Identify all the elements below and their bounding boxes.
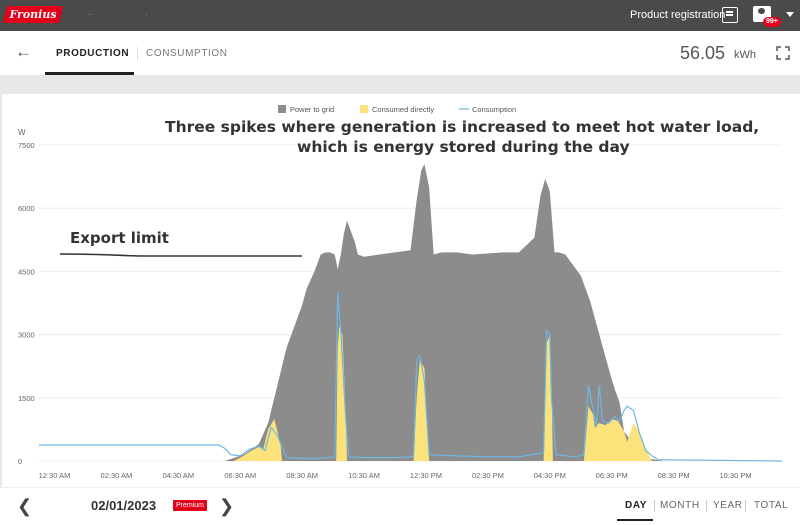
tab-production[interactable]: PRODUCTION bbox=[56, 48, 129, 59]
tab-consumption[interactable]: CONSUMPTION bbox=[146, 48, 228, 59]
tab-divider bbox=[137, 47, 138, 60]
x-tick-label: 02:30 PM bbox=[472, 471, 504, 480]
chevron-down-icon[interactable] bbox=[786, 12, 794, 17]
x-tick-label: 06:30 PM bbox=[596, 471, 628, 480]
x-tick-label: 08:30 PM bbox=[658, 471, 690, 480]
period-total[interactable]: TOTAL bbox=[754, 500, 788, 511]
active-period-indicator bbox=[617, 519, 653, 521]
product-registration-icon[interactable] bbox=[722, 7, 738, 23]
period-day[interactable]: DAY bbox=[625, 500, 647, 511]
period-divider bbox=[654, 500, 655, 512]
top-menu-dot: · bbox=[145, 10, 148, 19]
x-tick-label: 04:30 AM bbox=[162, 471, 194, 480]
y-tick-label: 4500 bbox=[18, 267, 35, 276]
y-tick-label: 3000 bbox=[18, 331, 35, 340]
fronius-logo[interactable]: Fronius bbox=[2, 6, 64, 23]
legend-label-consumption[interactable]: Consumption bbox=[472, 105, 516, 114]
energy-total-value: 56.05 bbox=[680, 43, 726, 63]
export-limit-line bbox=[59, 253, 302, 257]
x-tick-label: 12:30 AM bbox=[39, 471, 71, 480]
x-tick-label: 06:30 AM bbox=[224, 471, 256, 480]
legend-label-consumed-directly[interactable]: Consumed directly bbox=[372, 105, 434, 114]
period-month[interactable]: MONTH bbox=[660, 500, 700, 511]
fullscreen-icon[interactable] bbox=[776, 46, 790, 60]
date-footer: ❮ 02/01/2023 Premium ❯ DAY MONTH YEAR TO… bbox=[0, 487, 800, 525]
active-tab-indicator bbox=[45, 72, 134, 75]
spikes-annotation-line2: which is energy stored during the day bbox=[297, 138, 630, 156]
x-tick-label: 10:30 AM bbox=[348, 471, 380, 480]
energy-total-unit: kWh bbox=[734, 49, 756, 61]
x-tick-label: 04:30 PM bbox=[534, 471, 566, 480]
x-axis-ticks: 12:30 AM 02:30 AM 04:30 AM 06:30 AM 08:30 AM… bbox=[39, 471, 752, 480]
selected-date[interactable]: 02/01/2023 bbox=[91, 498, 156, 513]
y-tick-label: 7500 bbox=[18, 141, 35, 150]
y-tick-label: 0 bbox=[18, 457, 22, 466]
chart-legend: Power to grid Consumed directly Consumpt… bbox=[278, 105, 516, 114]
premium-badge: Premium bbox=[173, 500, 208, 511]
legend-swatch-power-to-grid bbox=[278, 105, 286, 113]
legend-label-power-to-grid[interactable]: Power to grid bbox=[290, 105, 334, 114]
y-tick-label: 6000 bbox=[18, 204, 35, 213]
y-axis-ticks: 0 1500 3000 4500 6000 7500 bbox=[18, 141, 35, 466]
view-navbar: ← PRODUCTION CONSUMPTION 56.05 kWh bbox=[0, 31, 800, 75]
top-menu-dots: ·· bbox=[88, 10, 94, 19]
legend-swatch-consumed-directly bbox=[360, 105, 368, 113]
next-day-icon[interactable]: ❯ bbox=[219, 496, 234, 517]
brand-name: Fronius bbox=[9, 8, 57, 21]
production-chart[interactable]: 0 1500 3000 4500 6000 7500 12:30 AM 02:30 AM 04… bbox=[2, 94, 800, 487]
x-tick-label: 08:30 AM bbox=[286, 471, 318, 480]
top-bar: Fronius ·· · Product registration 99+ bbox=[0, 0, 800, 31]
back-arrow-icon[interactable]: ← bbox=[15, 42, 32, 62]
product-registration-link[interactable]: Product registration bbox=[630, 9, 725, 21]
previous-day-icon[interactable]: ❮ bbox=[17, 496, 32, 517]
x-tick-label: 10:30 PM bbox=[720, 471, 752, 480]
y-tick-label: 1500 bbox=[18, 394, 35, 403]
x-tick-label: 02:30 AM bbox=[101, 471, 133, 480]
notification-badge: 99+ bbox=[763, 17, 781, 27]
x-tick-label: 12:30 PM bbox=[410, 471, 442, 480]
spikes-annotation-line1: Three spikes where generation is increas… bbox=[165, 118, 759, 136]
chart-card: 0 1500 3000 4500 6000 7500 12:30 AM 02:30 AM 04… bbox=[2, 94, 800, 525]
period-year[interactable]: YEAR bbox=[713, 500, 743, 511]
period-divider bbox=[706, 500, 707, 512]
y-axis-unit: W bbox=[18, 128, 26, 137]
period-divider bbox=[745, 500, 746, 512]
export-limit-label: Export limit bbox=[70, 229, 169, 247]
